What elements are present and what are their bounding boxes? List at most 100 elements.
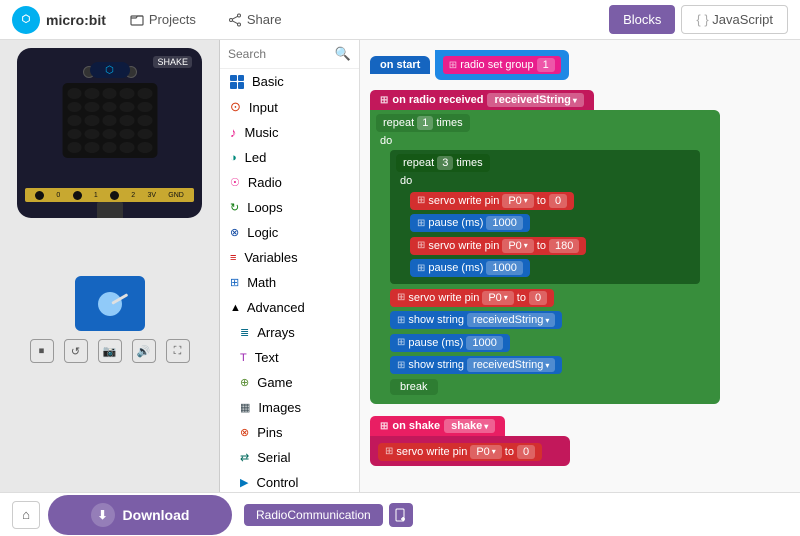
break-block[interactable]: break	[390, 377, 714, 395]
fullscreen-button[interactable]: ⛶	[166, 339, 190, 363]
add-file-icon	[394, 508, 408, 522]
text-icon: T	[240, 352, 247, 364]
on-radio-received-block[interactable]: ⊞ on radio received receivedString ▾	[370, 90, 594, 110]
sidebar-item-basic[interactable]: Basic	[220, 69, 359, 94]
sidebar-item-game[interactable]: ⊕ Game	[220, 370, 359, 395]
javascript-tab[interactable]: { } JavaScript	[681, 5, 788, 34]
sidebar-item-logic[interactable]: ⊗ Logic	[220, 220, 359, 245]
sidebar-item-led[interactable]: ◑ Led	[220, 145, 359, 170]
folder-icon	[130, 13, 144, 27]
main-area: SHAKE ⬡	[0, 40, 800, 492]
sidebar-item-loops[interactable]: ↻ Loops	[220, 195, 359, 220]
servo-wheel	[98, 292, 122, 316]
sidebar-item-arrays[interactable]: ≣ Arrays	[220, 320, 359, 345]
control-label: Control	[256, 475, 298, 490]
pause1-block[interactable]: ⊞ pause (ms) 1000	[410, 213, 694, 233]
arrays-icon: ≣	[240, 326, 249, 339]
sidebar-item-images[interactable]: ▦ Images	[220, 395, 359, 420]
on-shake-group: ⊞ on shake shake▾ ⊞ servo write pin P0▾ …	[370, 416, 790, 466]
radio-icon: ☉	[230, 176, 240, 189]
show1-block[interactable]: ⊞ show string receivedString▾	[390, 310, 714, 330]
download-button[interactable]: ⬇ Download	[48, 495, 232, 535]
math-label: Math	[247, 275, 276, 290]
sidebar-item-input[interactable]: ⊙ Input	[220, 94, 359, 120]
variables-icon: ≡	[230, 252, 236, 264]
simulator-panel: SHAKE ⬡	[0, 40, 220, 492]
sim-controls: ⏹ ↺ 📷 🔊 ⛶	[30, 339, 190, 363]
pause3-block[interactable]: ⊞ pause (ms) 1000	[390, 332, 714, 352]
radio-label: Radio	[248, 175, 282, 190]
sidebar-item-music[interactable]: ♪ Music	[220, 120, 359, 145]
on-start-group: on start ⊞ radio set group 1	[370, 50, 790, 80]
input-label: Input	[249, 100, 278, 115]
on-shake-block[interactable]: ⊞ on shake shake▾	[370, 416, 505, 436]
input-icon: ⊙	[230, 99, 241, 115]
logo: ⬡ micro:bit	[12, 6, 106, 34]
on-radio-received-header: ⊞ on radio received receivedString ▾	[370, 90, 790, 110]
logic-icon: ⊗	[230, 226, 239, 239]
pause2-block[interactable]: ⊞ pause (ms) 1000	[410, 258, 694, 278]
advanced-chevron-icon: ▲	[230, 302, 241, 314]
control-icon: ▶	[240, 476, 248, 489]
basic-label: Basic	[252, 74, 284, 89]
sidebar-item-pins[interactable]: ⊗ Pins	[220, 420, 359, 445]
pins-label: Pins	[257, 425, 282, 440]
led-label: Led	[245, 150, 267, 165]
servo4-block[interactable]: ⊞ servo write pin P0▾ to 0	[378, 441, 562, 461]
images-label: Images	[258, 400, 301, 415]
restart-button[interactable]: ↺	[64, 339, 88, 363]
file-tab[interactable]: RadioCommunication	[244, 504, 383, 526]
share-button[interactable]: Share	[220, 8, 290, 31]
servo3-block[interactable]: ⊞ servo write pin P0▾ to 0	[390, 287, 714, 307]
sidebar-item-text[interactable]: T Text	[220, 345, 359, 370]
radio-set-group-block[interactable]: ⊞ radio set group 1	[443, 56, 561, 74]
header: ⬡ micro:bit Projects Share Blocks { } Ja…	[0, 0, 800, 40]
math-icon: ⊞	[230, 276, 239, 289]
text-label: Text	[255, 350, 279, 365]
microbit-device-wrapper: SHAKE ⬡	[17, 48, 202, 248]
add-file-button[interactable]	[389, 503, 413, 527]
game-label: Game	[257, 375, 292, 390]
download-icon: ⬇	[91, 503, 115, 527]
on-start-header[interactable]: on start	[370, 56, 430, 74]
sound-button[interactable]: 🔊	[132, 339, 156, 363]
projects-button[interactable]: Projects	[122, 8, 204, 31]
loops-icon: ↻	[230, 201, 239, 214]
repeat1-block[interactable]: repeat 1 times	[376, 114, 714, 132]
servo-visual	[75, 276, 145, 331]
sidebar-item-radio[interactable]: ☉ Radio	[220, 170, 359, 195]
sidebar-item-control[interactable]: ▶ Control	[220, 470, 359, 492]
sidebar-item-math[interactable]: ⊞ Math	[220, 270, 359, 295]
blocks-tab[interactable]: Blocks	[609, 5, 675, 34]
logic-label: Logic	[247, 225, 278, 240]
repeat2-block[interactable]: repeat 3 times	[396, 154, 694, 172]
bluetooth-icon: ⬡	[105, 65, 114, 76]
workspace[interactable]: on start ⊞ radio set group 1 ⊞ on radio …	[360, 40, 800, 492]
stop-button[interactable]: ⏹	[30, 339, 54, 363]
sidebar-item-advanced[interactable]: ▲ Advanced	[220, 295, 359, 320]
inner-repeat-container: repeat 3 times do ⊞ servo write pin P0▾	[390, 150, 700, 284]
on-radio-received-group: ⊞ on radio received receivedString ▾ rep…	[370, 90, 790, 404]
advanced-label: Advanced	[247, 300, 305, 315]
loops-label: Loops	[247, 200, 282, 215]
show2-block[interactable]: ⊞ show string receivedString▾	[390, 355, 714, 375]
images-icon: ▦	[240, 401, 250, 414]
do-label: do	[380, 135, 714, 147]
footer: ⌂ ⬇ Download RadioCommunication	[0, 492, 800, 536]
servo1-block[interactable]: ⊞ servo write pin P0▾ to 0	[410, 190, 694, 210]
header-tabs: Blocks { } JavaScript	[609, 5, 788, 34]
sidebar-item-variables[interactable]: ≡ Variables	[220, 245, 359, 270]
serial-icon: ⇄	[240, 451, 249, 464]
screenshot-button[interactable]: 📷	[98, 339, 122, 363]
led-matrix	[62, 83, 157, 158]
search-bar: 🔍	[220, 40, 359, 69]
servo-arm	[111, 293, 128, 305]
sidebar-item-serial[interactable]: ⇄ Serial	[220, 445, 359, 470]
search-icon: 🔍	[335, 46, 351, 62]
game-icon: ⊕	[240, 376, 249, 389]
outer-repeat-container: repeat 1 times do repeat 3 times	[370, 110, 720, 404]
home-button[interactable]: ⌂	[12, 501, 40, 529]
servo2-block[interactable]: ⊞ servo write pin P0▾ to 180	[410, 235, 694, 255]
search-input[interactable]	[228, 47, 331, 61]
on-shake-header: ⊞ on shake shake▾	[370, 416, 790, 436]
